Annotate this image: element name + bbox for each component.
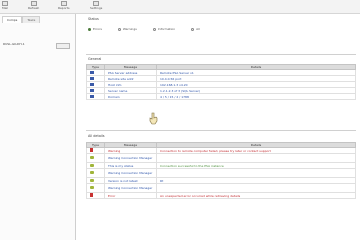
row-details bbox=[156, 153, 356, 163]
info-square-icon bbox=[90, 82, 94, 86]
warning-leaf-icon bbox=[90, 186, 94, 189]
filter-label: Warnings bbox=[122, 27, 137, 31]
info-square-icon bbox=[90, 70, 94, 74]
settings-button[interactable]: Settings bbox=[90, 1, 102, 13]
reports-button[interactable]: Reports bbox=[58, 1, 70, 13]
row-message: Warning Connection Manager bbox=[104, 183, 157, 193]
info-square-icon bbox=[90, 94, 94, 98]
filter-warnings[interactable]: Warnings bbox=[117, 27, 137, 31]
warning-leaf-icon bbox=[90, 163, 94, 167]
row-type bbox=[86, 192, 105, 199]
section-divider bbox=[86, 54, 356, 55]
warning-leaf-icon bbox=[90, 178, 94, 182]
row-type bbox=[86, 93, 105, 100]
details-table: Type Message Details Warning Connection … bbox=[86, 142, 356, 199]
main-panel: Status Errors Warnings Information All G… bbox=[86, 16, 356, 240]
warning-leaf-icon bbox=[90, 156, 94, 159]
table-row[interactable]: Warning Connection Manager bbox=[86, 153, 356, 163]
mail-button[interactable]: Mail bbox=[2, 1, 8, 13]
refresh-label: Refresh bbox=[28, 6, 40, 10]
radio-icon bbox=[191, 27, 195, 31]
table-row[interactable]: Warning Connection Manager bbox=[86, 168, 356, 178]
info-square-icon bbox=[90, 88, 94, 92]
filter-label: All bbox=[196, 27, 200, 31]
row-details bbox=[156, 183, 356, 193]
radio-icon bbox=[117, 27, 121, 31]
filter-information[interactable]: Information bbox=[152, 27, 176, 31]
all-details-section-title: All details bbox=[88, 134, 105, 138]
error-flag-icon bbox=[90, 193, 93, 197]
sidebar: Comps Tasks RUSL-GK-DH-1 bbox=[0, 14, 76, 240]
refresh-button[interactable]: Refresh bbox=[28, 1, 39, 13]
status-filters: Errors Warnings Information All bbox=[88, 27, 200, 31]
general-section-title: General bbox=[88, 57, 102, 61]
sidebar-tabs: Comps Tasks bbox=[2, 16, 41, 23]
reports-label: Reports bbox=[58, 6, 70, 10]
row-type bbox=[86, 183, 105, 193]
row-details: 4 / 5 / 15 / 2 / 1788 bbox=[156, 93, 356, 100]
section-divider bbox=[86, 130, 356, 131]
radio-icon bbox=[88, 27, 91, 31]
row-message: Domain bbox=[104, 93, 157, 100]
settings-label: Settings bbox=[90, 6, 103, 10]
filter-all[interactable]: All bbox=[191, 27, 200, 31]
mail-label: Mail bbox=[2, 6, 9, 10]
row-message: Warning Connection Manager bbox=[104, 168, 157, 178]
error-flag-icon bbox=[90, 148, 93, 152]
table-row[interactable]: Domain 4 / 5 / 15 / 2 / 1788 bbox=[86, 93, 356, 100]
filter-label: Information bbox=[157, 27, 176, 31]
tab-comps[interactable]: Comps bbox=[2, 16, 23, 23]
warning-leaf-icon bbox=[90, 171, 94, 174]
tree-item[interactable]: RUSL-GK-DH-1 bbox=[3, 42, 25, 46]
radio-icon bbox=[152, 27, 156, 31]
general-table: Type Message Details PSA Server address … bbox=[86, 64, 356, 100]
table-row[interactable]: Warning Connection Manager bbox=[86, 183, 356, 193]
row-details: An unexpected error occurred while retri… bbox=[156, 192, 356, 199]
sidebar-action-button[interactable] bbox=[56, 43, 70, 49]
hand-cursor-icon bbox=[149, 112, 158, 125]
row-message: Error bbox=[104, 192, 157, 199]
status-section-title: Status bbox=[88, 17, 99, 21]
filter-errors[interactable]: Errors bbox=[88, 27, 102, 31]
row-type bbox=[86, 168, 105, 178]
table-row[interactable]: Error An unexpected error occurred while… bbox=[86, 192, 356, 199]
row-message: Warning Connection Manager bbox=[104, 153, 157, 163]
row-details bbox=[156, 168, 356, 178]
row-type bbox=[86, 153, 105, 163]
info-square-icon bbox=[90, 76, 94, 80]
filter-label: Errors bbox=[93, 27, 102, 31]
toolbar: Mail Refresh Reports Settings bbox=[0, 0, 360, 14]
tab-tasks[interactable]: Tasks bbox=[22, 16, 41, 23]
